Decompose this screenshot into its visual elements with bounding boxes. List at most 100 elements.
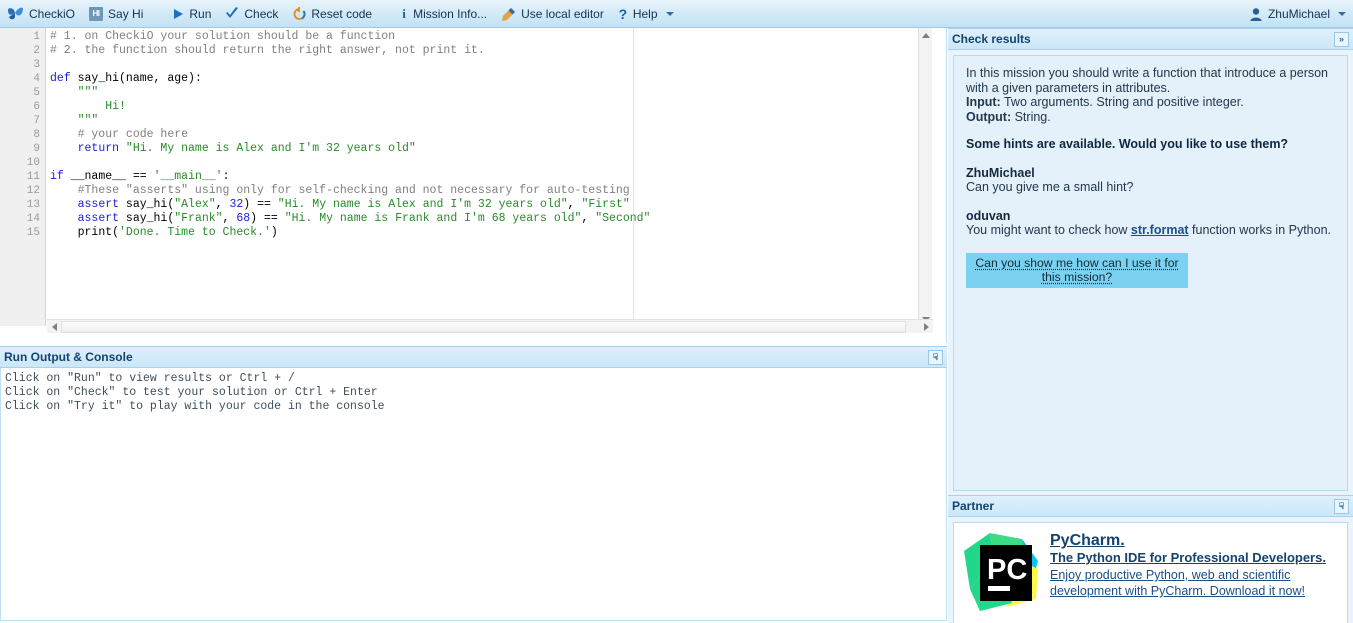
line-number: 6 [33,101,40,113]
line-number: 8 [33,129,40,141]
input-value: Two arguments. String and positive integ… [1000,95,1244,109]
run-output-console-panel: Run Output & Console ☟ Click on "Run" to… [0,346,947,623]
mission-info-label: Mission Info... [413,6,488,21]
check-results-body: In this mission you should write a funct… [953,55,1348,491]
chat-author-1: ZhuMichael [966,166,1035,180]
code-token: "Hi. My name is Alex and I'm 32 years ol… [277,198,568,211]
code-line[interactable]: if __name__ == '__main__': [47,170,933,184]
pencil-icon [501,7,516,21]
line-number: 9 [33,143,40,155]
code-token: say_hi( [125,212,175,225]
code-line[interactable]: assert say_hi("Frank", 68) == "Hi. My na… [47,212,933,226]
console-panel-title: Run Output & Console [4,350,133,364]
help-label: Help [632,6,658,21]
info-icon: i [402,5,406,21]
check-button[interactable]: Check [218,2,285,26]
reset-code-button[interactable]: Reset code [285,2,379,26]
chat-text-2-after: function works in Python. [1188,223,1332,237]
code-line[interactable]: return "Hi. My name is Alex and I'm 32 y… [47,142,933,156]
line-number-gutter: 1 2 3 4 5 6 7 8 9 10 11 12 13 14 15 [0,28,46,326]
brand-checkio[interactable]: CheckiO [0,2,82,26]
scroll-left-icon[interactable] [47,320,61,334]
chat-message-2: oduvan You might want to check how str.f… [966,209,1335,238]
code-token: "Second" [595,212,651,225]
chevron-down-icon [1338,11,1346,16]
mission-info-button[interactable]: i Mission Info... [393,2,494,26]
partner-panel: Partner ☟ PC PyCharm. The Python IDE for… [948,495,1353,623]
code-token: say_hi [77,72,120,85]
code-token: "Hi. My name is Frank and I'm 68 years o… [284,212,582,225]
code-text-area[interactable]: # 1. on CheckiO your solution should be … [47,28,933,326]
code-line[interactable]: """ [47,86,933,100]
code-token: # your code here [50,128,189,141]
code-line[interactable]: # 1. on CheckiO your solution should be … [47,30,933,44]
chat-message-1: ZhuMichael Can you give me a small hint? [966,166,1335,195]
str-format-link[interactable]: str.format [1131,223,1189,237]
mission-tab-say-hi[interactable]: HI Say Hi [82,2,150,26]
check-results-title: Check results [952,32,1031,46]
code-line[interactable]: Hi! [47,100,933,114]
chat-text-2: You might want to check how str.format f… [966,223,1335,238]
console-line: Click on "Run" to view results or Ctrl +… [5,372,295,385]
code-token: , [567,198,582,211]
code-line[interactable]: print('Done. Time to Check.') [47,226,933,240]
code-line[interactable] [47,58,933,72]
use-local-editor-button[interactable]: Use local editor [494,2,611,26]
partner-name-link[interactable]: PyCharm. [1050,531,1341,550]
code-line[interactable]: def say_hi(name, age): [47,72,933,86]
question-mark-icon: ? [618,5,628,22]
chevron-double-right-icon[interactable]: » [1334,31,1349,47]
checkmark-icon [225,7,239,20]
chevron-double-down-icon[interactable]: ☟ [1334,498,1349,514]
hints-available-question: Some hints are available. Would you like… [966,137,1289,151]
circular-arrow-icon [292,6,306,21]
chevron-double-down-icon[interactable]: ☟ [928,349,943,365]
code-line[interactable] [47,156,933,170]
code-token: assert [77,212,126,225]
console-panel-header: Run Output & Console ☟ [0,346,947,368]
code-token: , [581,212,596,225]
code-token: __name__ [70,170,133,183]
code-line[interactable]: # your code here [47,128,933,142]
code-line[interactable]: #These "asserts" using only for self-che… [47,184,933,198]
code-token: ) [270,226,278,239]
code-token: ) == [243,198,278,211]
partner-tagline-link[interactable]: The Python IDE for Professional Develope… [1050,550,1341,566]
line-number: 12 [26,185,40,197]
code-token: """ [50,86,99,99]
code-token: "Frank" [174,212,223,225]
console-line: Click on "Check" to test your solution o… [5,386,378,399]
code-token: 32 [229,198,244,211]
code-token: (name, age): [119,72,202,85]
chat-author-2: oduvan [966,209,1011,223]
mission-badge-icon: HI [89,6,104,21]
reset-code-label: Reset code [311,6,373,21]
partner-description-link[interactable]: Enjoy productive Python, web and scienti… [1050,567,1341,599]
run-button[interactable]: Run [164,2,218,26]
code-token: assert [77,198,126,211]
user-name-label: ZhuMichael [1267,6,1330,21]
user-menu[interactable]: ZhuMichael [1242,2,1353,26]
scroll-right-icon[interactable] [919,320,933,334]
line-number: 2 [33,45,40,57]
hscroll-thumb[interactable] [61,321,906,333]
line-number: 14 [26,213,40,225]
editor-horizontal-scrollbar[interactable] [47,319,933,333]
help-menu[interactable]: ? Help [611,2,681,26]
code-editor[interactable]: 1 2 3 4 5 6 7 8 9 10 11 12 13 14 15 # 1. on CheckiO yo… [0,28,947,343]
console-line: Click on "Try it" to play with your code… [5,400,385,413]
request-more-hint-button[interactable]: Can you show me how can I use it for thi… [966,253,1188,288]
line-number: 1 [33,31,40,43]
chevron-down-icon [665,11,674,16]
check-results-header: Check results » [948,28,1353,50]
partner-ad[interactable]: PC PyCharm. The Python IDE for Professio… [953,522,1348,623]
code-token: """ [50,114,99,127]
console-output[interactable]: Click on "Run" to view results or Ctrl +… [0,368,947,621]
code-line[interactable]: # 2. the function should return the righ… [47,44,933,58]
code-line[interactable]: """ [47,114,933,128]
code-token: 'Done. Time to Check.' [119,226,271,239]
play-triangle-icon [171,7,184,20]
code-line[interactable]: assert say_hi("Alex", 32) == "Hi. My nam… [47,198,933,212]
top-toolbar: CheckiO HI Say Hi Run Check Reset code i… [0,0,1353,28]
